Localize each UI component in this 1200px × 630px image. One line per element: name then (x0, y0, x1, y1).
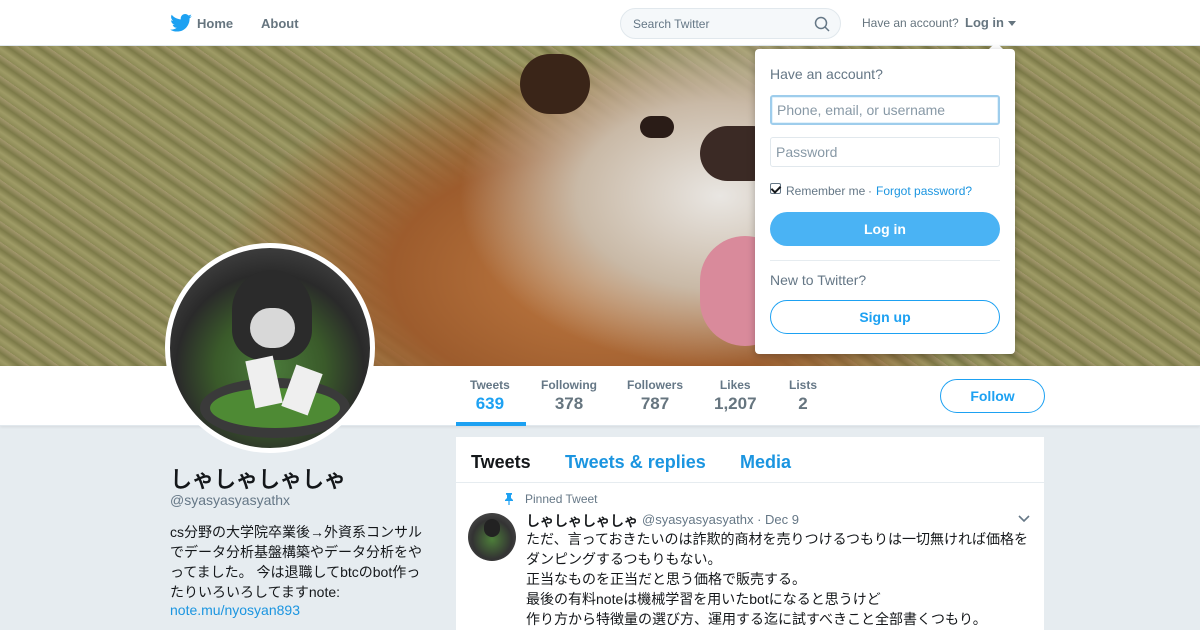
stat-value: 639 (475, 394, 505, 413)
tab-media[interactable]: Media (740, 452, 791, 473)
have-account-text: Have an account? (862, 16, 959, 30)
tweet-text: ただ、言っておきたいのは詐欺的商材を売りつけるつもりは一切無ければ価格をダンピン… (526, 529, 1034, 629)
nav-about-link[interactable]: About (261, 16, 299, 31)
stat-tweets[interactable]: Tweets 639 (470, 378, 510, 414)
dropdown-divider (770, 260, 1000, 261)
search-input[interactable]: Search Twitter (620, 8, 841, 39)
profile-name[interactable]: しゃしゃしゃしゃ (170, 462, 346, 494)
tweet-avatar[interactable] (468, 513, 516, 561)
login-dropdown: Have an account? Remember me · Forgot pa… (755, 49, 1015, 354)
pinned-tweet-label: Pinned Tweet (525, 492, 598, 506)
tweet-author-name[interactable]: しゃしゃしゃしゃ (526, 511, 638, 531)
search-placeholder: Search Twitter (633, 17, 710, 31)
stat-value: 787 (640, 394, 670, 413)
profile-link[interactable]: note.mu/nyosyan893 (170, 602, 300, 618)
caret-down-icon[interactable] (1008, 21, 1016, 26)
stat-label: Lists (789, 378, 818, 392)
login-button[interactable]: Log in (770, 212, 1000, 246)
pin-icon (505, 493, 513, 505)
profile-avatar[interactable] (165, 243, 375, 453)
banner-dog-ear (520, 54, 590, 114)
login-dropdown-title: Have an account? (770, 66, 883, 82)
timeline: Tweets Tweets & replies Media Pinned Twe… (456, 437, 1044, 630)
tweet-avatar-dog (484, 519, 500, 537)
stat-label: Following (541, 378, 597, 392)
stat-followers[interactable]: Followers 787 (627, 378, 683, 414)
stat-label: Likes (719, 378, 751, 392)
tab-tweets[interactable]: Tweets (471, 452, 531, 473)
tweet-line: 正当なものを正当だと思う価格で販売する。 (526, 571, 806, 587)
username-field[interactable] (770, 95, 1000, 125)
top-nav: Home About Search Twitter Have an accoun… (0, 0, 1200, 46)
stat-value: 378 (554, 394, 584, 413)
separator-dot: · (868, 184, 872, 198)
stat-likes[interactable]: Likes 1,207 (714, 378, 757, 414)
follow-button[interactable]: Follow (940, 379, 1045, 413)
stat-lists[interactable]: Lists 2 (789, 378, 817, 414)
active-stat-underline (456, 422, 526, 426)
stat-label: Followers (627, 378, 684, 392)
tweet-meta[interactable]: @syasyasyasyathx · Dec 9 (642, 512, 799, 527)
stat-label: Tweets (470, 378, 510, 392)
tweet-line: 作り方から特徴量の選び方、運用する迄に試すべきこと全部書くつもり。 (526, 611, 987, 627)
profile-handle[interactable]: @syasyasyasyathx (170, 492, 290, 508)
avatar-dog-face (250, 308, 295, 348)
tweet-line: 最後の有料noteは機械学習を用いたbotになると思うけど (526, 591, 881, 607)
nav-home-link[interactable]: Home (197, 16, 233, 31)
chevron-down-icon[interactable] (1018, 515, 1030, 523)
stat-value: 2 (798, 394, 808, 413)
remember-me-label[interactable]: Remember me (786, 184, 865, 198)
timeline-tabs: Tweets Tweets & replies Media (456, 437, 1044, 483)
profile-bio: cs分野の大学院卒業後→外資系コンサルでデータ分析基盤構築やデータ分析をやってま… (170, 524, 422, 600)
twitter-bird-icon[interactable] (170, 14, 192, 32)
stat-following[interactable]: Following 378 (541, 378, 597, 414)
password-field[interactable] (770, 137, 1000, 167)
forgot-password-link[interactable]: Forgot password? (876, 184, 972, 198)
banner-dog-eye (640, 116, 674, 138)
new-to-twitter-text: New to Twitter? (770, 272, 867, 288)
stat-value: 1,207 (714, 394, 757, 413)
login-dropdown-toggle[interactable]: Log in (965, 15, 1004, 30)
tab-tweets-and-replies[interactable]: Tweets & replies (565, 452, 706, 473)
search-icon[interactable] (814, 16, 830, 32)
signup-button[interactable]: Sign up (770, 300, 1000, 334)
tweet-line: ただ、言っておきたいのは詐欺的商材を売りつけるつもりは一切無ければ価格をダンピン… (526, 531, 1029, 567)
remember-me-checkbox[interactable] (770, 183, 781, 194)
